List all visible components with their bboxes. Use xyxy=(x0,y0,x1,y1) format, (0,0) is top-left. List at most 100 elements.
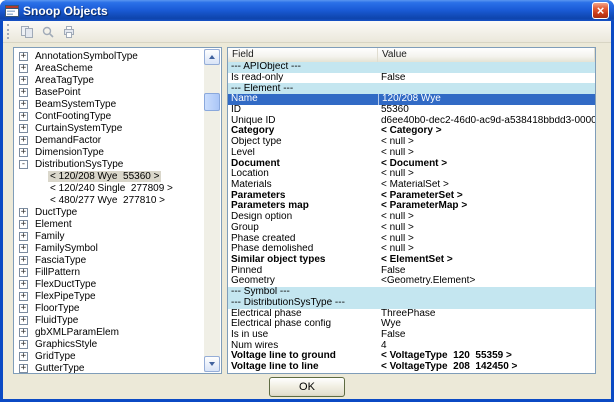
title-bar[interactable]: Snoop Objects × xyxy=(0,0,614,21)
scroll-down-button[interactable] xyxy=(204,356,220,372)
expand-icon[interactable]: + xyxy=(19,100,28,109)
grid-row[interactable]: Is in useFalse xyxy=(228,330,595,341)
tree-item[interactable]: +FluidType xyxy=(14,314,204,326)
copy-icon[interactable] xyxy=(16,22,37,41)
expand-icon[interactable]: + xyxy=(19,148,28,157)
expand-icon[interactable]: + xyxy=(19,112,28,121)
grid-row[interactable]: Materials< MaterialSet > xyxy=(228,180,595,191)
tree-item[interactable]: +AreaTagType xyxy=(14,74,204,86)
tree-item[interactable]: +FloorType xyxy=(14,302,204,314)
tree-item[interactable]: + DemandFactor xyxy=(14,134,204,146)
grid-row[interactable]: Group< null > xyxy=(228,223,595,234)
grid-row[interactable]: Phase demolished< null > xyxy=(228,244,595,255)
expand-icon[interactable]: + xyxy=(19,88,28,97)
tree-item-label: FillPattern xyxy=(33,267,82,278)
tree-item[interactable]: +CurtainSystemType xyxy=(14,122,204,134)
grid-row[interactable]: Design option< null > xyxy=(228,212,595,223)
tree-item[interactable]: + DuctType xyxy=(14,206,204,218)
grid-row[interactable]: Level< null > xyxy=(228,148,595,159)
tree-item[interactable]: < 120/208 Wye 55360 > xyxy=(14,170,204,182)
tree-scrollbar[interactable] xyxy=(204,49,220,372)
grid-row[interactable]: Parameters map< ParameterMap > xyxy=(228,201,595,212)
grid-row[interactable]: Voltage line to ground< VoltageType 120 … xyxy=(228,351,595,362)
tree-item[interactable]: +GraphicsStyle xyxy=(14,338,204,350)
grid-row[interactable]: Electrical phase configWye xyxy=(228,319,595,330)
expand-icon[interactable]: + xyxy=(19,364,28,373)
scroll-up-button[interactable] xyxy=(204,49,220,65)
tree-item[interactable]: +FamilySymbol xyxy=(14,242,204,254)
tree-item[interactable]: + FillPattern xyxy=(14,266,204,278)
expand-icon[interactable]: + xyxy=(19,52,28,61)
grid-row[interactable]: Location< null > xyxy=(228,169,595,180)
grid-row[interactable]: Is read-onlyFalse xyxy=(228,73,595,84)
tree-item[interactable]: -DistributionSysType xyxy=(14,158,204,170)
grid-row[interactable]: Object type< null > xyxy=(228,137,595,148)
expand-icon[interactable]: + xyxy=(19,292,28,301)
expand-icon[interactable]: + xyxy=(19,328,28,337)
expand-icon[interactable]: + xyxy=(19,280,28,289)
expand-icon[interactable]: + xyxy=(19,256,28,265)
tree-item[interactable]: +Family xyxy=(14,230,204,242)
tree-item[interactable]: +FasciaType xyxy=(14,254,204,266)
column-header-field[interactable]: Field xyxy=(228,48,378,62)
tree-item[interactable]: +FlexPipeType xyxy=(14,290,204,302)
grid-row[interactable]: Num wires4 xyxy=(228,341,595,352)
tree-item[interactable]: < 120/240 Single 277809 > xyxy=(14,182,204,194)
expand-icon[interactable]: + xyxy=(19,220,28,229)
expand-icon[interactable]: + xyxy=(19,340,28,349)
grid-row[interactable]: Parameters< ParameterSet > xyxy=(228,191,595,202)
expand-icon[interactable]: + xyxy=(19,268,28,277)
tree-item[interactable]: +AreaScheme xyxy=(14,62,204,74)
grid-row[interactable]: ID55360 xyxy=(228,105,595,116)
grid-row[interactable]: Voltage line to line< VoltageType 208 14… xyxy=(228,362,595,373)
expand-icon[interactable]: + xyxy=(19,64,28,73)
expand-icon[interactable]: + xyxy=(19,244,28,253)
print-icon[interactable] xyxy=(58,22,79,41)
expand-icon[interactable]: + xyxy=(19,316,28,325)
window-icon[interactable] xyxy=(5,4,19,18)
tree-item-label: DemandFactor xyxy=(33,135,103,146)
tree-item[interactable]: +Element xyxy=(14,218,204,230)
grid-row[interactable]: Unique IDd6ee40b0-dec2-46d0-ac9d-a538418… xyxy=(228,116,595,127)
grid-category-row[interactable]: --- DistributionSysType --- xyxy=(228,298,595,309)
expand-icon[interactable]: + xyxy=(19,232,28,241)
grid-category-row[interactable]: --- Element --- xyxy=(228,83,595,94)
grid-category-row[interactable]: --- APIObject --- xyxy=(228,62,595,73)
grid-row[interactable]: Name120/208 Wye xyxy=(228,94,595,105)
expand-icon[interactable]: + xyxy=(19,124,28,133)
expand-icon[interactable]: + xyxy=(19,208,28,217)
expand-icon[interactable]: + xyxy=(19,76,28,85)
ok-button[interactable]: OK xyxy=(269,377,345,397)
tree-item[interactable]: +GridType xyxy=(14,350,204,362)
grid-row[interactable]: Electrical phaseThreePhase xyxy=(228,309,595,320)
tree-item[interactable]: + gbXMLParamElem xyxy=(14,326,204,338)
tree-item-label: gbXMLParamElem xyxy=(33,327,121,338)
toolbar-grip[interactable] xyxy=(7,24,12,39)
scrollbar-thumb[interactable] xyxy=(204,93,220,111)
grid-category-row[interactable]: --- Symbol --- xyxy=(228,287,595,298)
expand-icon[interactable]: + xyxy=(19,352,28,361)
tree-item[interactable]: +DimensionType xyxy=(14,146,204,158)
toolbar xyxy=(3,21,611,43)
tree-item[interactable]: +GutterType xyxy=(14,362,204,373)
close-button[interactable]: × xyxy=(592,2,609,19)
grid-row[interactable]: Category< Category > xyxy=(228,126,595,137)
tree-item[interactable]: +ContFootingType xyxy=(14,110,204,122)
grid-row[interactable]: Phase created< null > xyxy=(228,234,595,245)
tree-item[interactable]: +BasePoint xyxy=(14,86,204,98)
print-preview-icon[interactable] xyxy=(37,22,58,41)
grid-row[interactable]: Geometry<Geometry.Element> xyxy=(228,276,595,287)
field-cell: Geometry xyxy=(228,276,378,287)
tree-item[interactable]: +BeamSystemType xyxy=(14,98,204,110)
tree-item[interactable]: +FlexDuctType xyxy=(14,278,204,290)
tree-item[interactable]: < 480/277 Wye 277810 > xyxy=(14,194,204,206)
grid-row[interactable]: Document< Document > xyxy=(228,158,595,169)
tree-item[interactable]: +AnnotationSymbolType xyxy=(14,50,204,62)
column-header-value[interactable]: Value xyxy=(378,48,595,62)
grid-row[interactable]: PinnedFalse xyxy=(228,266,595,277)
collapse-icon[interactable]: - xyxy=(19,160,28,169)
tree-item-label: DuctType xyxy=(33,207,79,218)
expand-icon[interactable]: + xyxy=(19,136,28,145)
grid-row[interactable]: Similar object types< ElementSet > xyxy=(228,255,595,266)
expand-icon[interactable]: + xyxy=(19,304,28,313)
